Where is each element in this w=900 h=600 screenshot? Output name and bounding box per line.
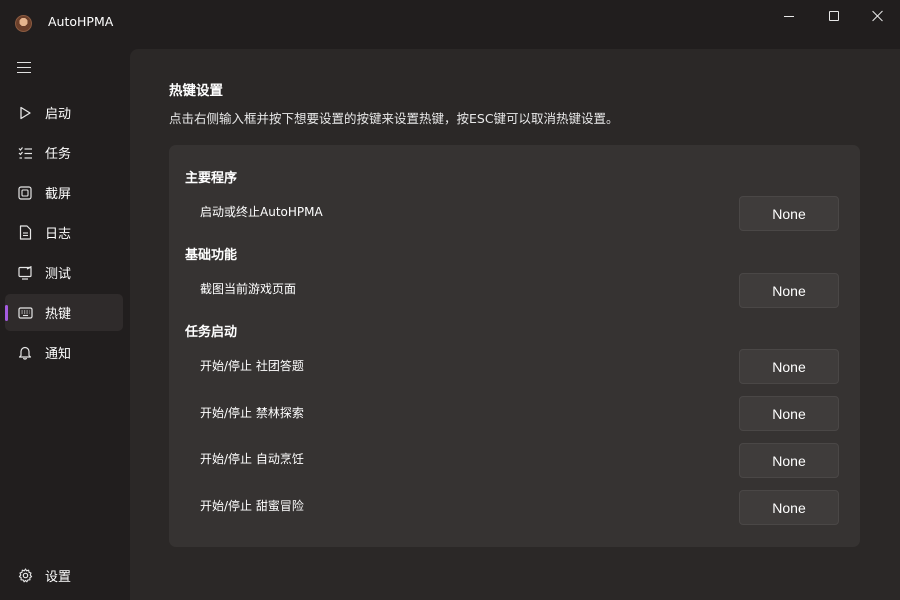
checklist-icon (17, 145, 33, 161)
hotkey-row-label: 开始/停止 社团答题 (200, 359, 304, 373)
sidebar-item-start[interactable]: 启动 (5, 94, 123, 131)
sidebar-item-notifications[interactable]: 通知 (5, 334, 123, 371)
page-title: 热键设置 (169, 83, 223, 99)
screenshot-icon (17, 185, 33, 201)
hotkey-card: 主要程序 启动或终止AutoHPMA None 基础功能 截图当前游戏页面 No… (169, 145, 860, 547)
maximize-button[interactable] (811, 0, 857, 32)
hotkey-input-auto-cooking[interactable]: None (739, 443, 839, 478)
sidebar-item-settings[interactable]: 设置 (5, 557, 123, 594)
minimize-icon (784, 15, 794, 17)
page-description: 点击右侧输入框并按下想要设置的按键来设置热键，按ESC键可以取消热键设置。 (169, 111, 619, 126)
app-avatar-icon (15, 15, 32, 32)
gear-icon (17, 568, 33, 584)
section-title: 主要程序 (185, 171, 238, 186)
main-content: 热键设置 点击右侧输入框并按下想要设置的按键来设置热键，按ESC键可以取消热键设… (130, 49, 900, 600)
document-icon (17, 225, 33, 241)
play-icon (17, 105, 33, 121)
title-bar[interactable]: AutoHPMA (0, 0, 900, 44)
maximize-icon (829, 11, 839, 21)
sidebar-item-label: 测试 (45, 267, 72, 282)
sidebar-item-label: 截屏 (45, 187, 72, 202)
minimize-button[interactable] (766, 0, 812, 32)
hotkey-input-forest-explore[interactable]: None (739, 396, 839, 431)
keyboard-icon (17, 305, 33, 321)
hotkey-row-label: 启动或终止AutoHPMA (200, 205, 323, 219)
hotkey-input-screenshot[interactable]: None (739, 273, 839, 308)
close-icon (872, 10, 884, 22)
sidebar-item-label: 热键 (45, 307, 72, 322)
sidebar-item-log[interactable]: 日志 (5, 214, 123, 251)
hotkey-input-club-quiz[interactable]: None (739, 349, 839, 384)
section-title: 基础功能 (185, 248, 238, 263)
sidebar-item-label: 设置 (45, 570, 72, 585)
sidebar-item-tasks[interactable]: 任务 (5, 134, 123, 171)
sidebar-item-label: 日志 (45, 227, 72, 242)
sidebar-item-test[interactable]: 测试 (5, 254, 123, 291)
monitor-test-icon (17, 265, 33, 281)
sidebar-item-label: 启动 (45, 107, 72, 122)
section-title: 任务启动 (185, 325, 238, 340)
hotkey-input-toggle-program[interactable]: None (739, 196, 839, 231)
hotkey-row-label: 开始/停止 禁林探索 (200, 406, 304, 420)
hotkey-row-label: 开始/停止 自动烹饪 (200, 452, 304, 466)
hotkey-row-label: 开始/停止 甜蜜冒险 (200, 499, 304, 513)
sidebar-item-screenshot[interactable]: 截屏 (5, 174, 123, 211)
close-button[interactable] (855, 0, 900, 32)
sidebar-item-label: 任务 (45, 147, 72, 162)
bell-icon (17, 345, 33, 361)
app-title: AutoHPMA (48, 14, 114, 29)
sidebar-item-hotkeys[interactable]: 热键 (5, 294, 123, 331)
hotkey-input-sweet-adventure[interactable]: None (739, 490, 839, 525)
sidebar-item-label: 通知 (45, 347, 72, 362)
hotkey-row-label: 截图当前游戏页面 (200, 282, 297, 296)
menu-toggle-icon[interactable] (17, 62, 31, 73)
